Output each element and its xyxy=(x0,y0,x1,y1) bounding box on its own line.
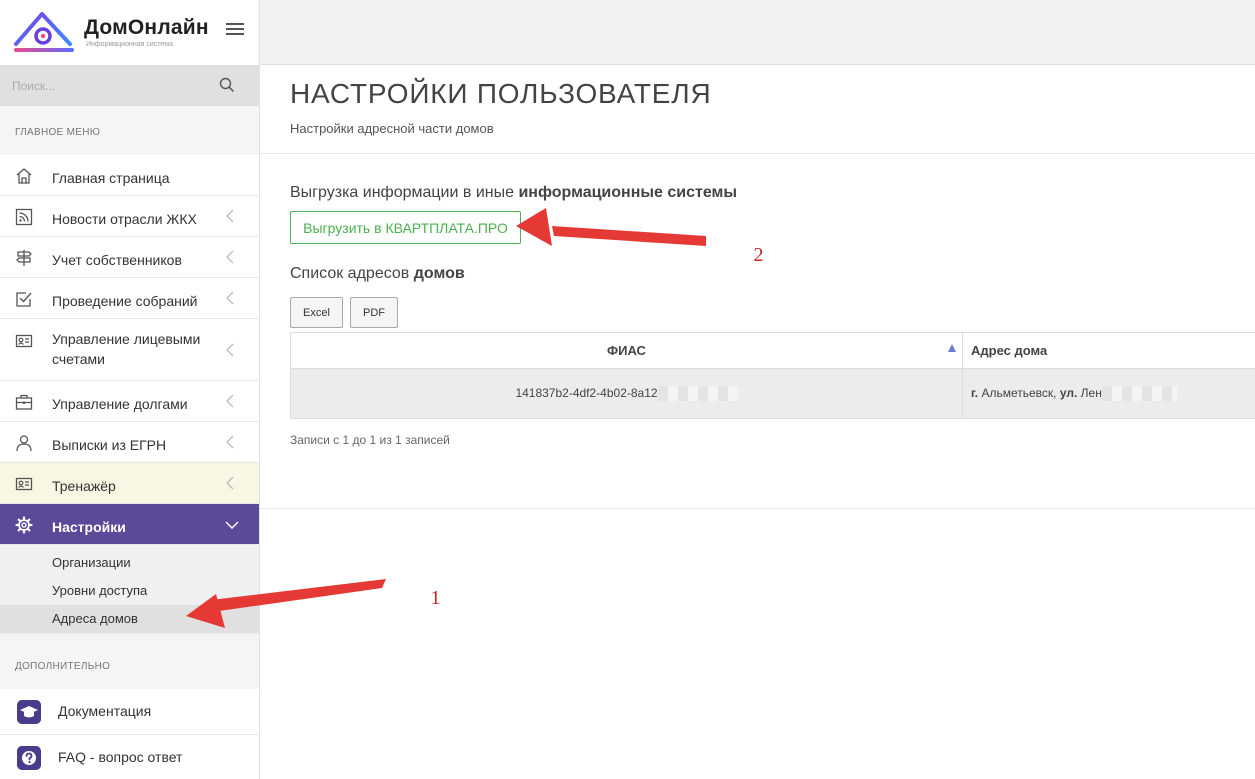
main-content: НАСТРОЙКИ ПОЛЬЗОВАТЕЛЯ Настройки адресно… xyxy=(260,65,1255,779)
chevron-left-icon xyxy=(226,291,234,305)
main-menu: Главная страница Новости отрасли ЖКХ Уче… xyxy=(0,155,259,635)
callout-1: 1 xyxy=(417,580,454,617)
home-icon xyxy=(16,168,32,184)
page-subtitle: Настройки адресной части домов xyxy=(290,121,494,136)
user-icon xyxy=(16,435,32,452)
chevron-left-icon xyxy=(226,343,234,357)
search-box xyxy=(0,65,259,106)
main-menu-label: ГЛАВНОЕ МЕНЮ xyxy=(15,127,101,138)
sidebar-item-news[interactable]: Новости отрасли ЖКХ xyxy=(0,196,259,237)
sidebar: ДомОнлайн Информационная система ГЛАВНОЕ… xyxy=(0,0,260,779)
sidebar-item-label: Учет собственников xyxy=(52,252,182,268)
id-card-icon xyxy=(15,334,33,348)
column-header-fias[interactable]: ФИАС xyxy=(290,332,963,369)
gear-icon xyxy=(15,516,33,534)
callout-2: 2 xyxy=(740,237,777,274)
sidebar-item-label: Настройки xyxy=(52,519,126,535)
briefcase-icon xyxy=(15,394,33,410)
signpost-icon xyxy=(16,250,32,266)
chevron-down-icon xyxy=(225,521,239,529)
chevron-left-icon xyxy=(226,250,234,264)
sidebar-item-label: Документация xyxy=(58,703,152,719)
extra-menu: Документация FAQ - вопрос ответ xyxy=(0,689,259,779)
menu-toggle-icon[interactable] xyxy=(226,23,244,37)
sidebar-item-home[interactable]: Главная страница xyxy=(0,155,259,196)
sidebar-item-label: Тренажёр xyxy=(52,478,116,494)
sidebar-item-documentation[interactable]: Документация xyxy=(0,689,259,735)
sidebar-item-label: Управление долгами xyxy=(52,396,188,412)
sidebar-item-trainer[interactable]: Тренажёр xyxy=(0,463,259,504)
address-table: ФИАС Адрес дома 141837b2-4df2-4b02-8a12 … xyxy=(290,332,1255,419)
page-title: НАСТРОЙКИ ПОЛЬЗОВАТЕЛЯ xyxy=(290,78,712,109)
sidebar-item-owners[interactable]: Учет собственников xyxy=(0,237,259,278)
sidebar-item-settings[interactable]: Настройки xyxy=(0,504,259,545)
redacted-text xyxy=(1101,386,1177,402)
address-list-title: Список адресов домов xyxy=(290,265,465,282)
sidebar-item-label: Управление лицевыми счетами xyxy=(52,331,201,367)
sidebar-item-accounts[interactable]: Управление лицевыми счетами xyxy=(0,319,259,381)
records-info: Записи с 1 до 1 из 1 записей xyxy=(290,433,450,447)
export-pdf-button[interactable]: PDF xyxy=(350,297,398,328)
search-input[interactable] xyxy=(0,65,210,106)
rss-icon xyxy=(15,208,33,226)
redacted-text xyxy=(657,386,738,402)
content-divider xyxy=(260,508,1255,509)
table-row[interactable]: 141837b2-4df2-4b02-8a12 г. Альметьевск, … xyxy=(290,368,1255,419)
cell-address: г. Альметьевск, ул. Лен xyxy=(962,368,1255,419)
extra-menu-label: ДОПОЛНИТЕЛЬНО xyxy=(15,661,111,672)
sidebar-item-label: Новости отрасли ЖКХ xyxy=(52,211,197,227)
sidebar-item-meetings[interactable]: Проведение собраний xyxy=(0,278,259,319)
sidebar-item-faq[interactable]: FAQ - вопрос ответ xyxy=(0,735,259,779)
submenu-item-organizations[interactable]: Организации xyxy=(0,549,259,577)
topbar xyxy=(260,0,1255,65)
submenu-item-house-addresses[interactable]: Адреса домов xyxy=(0,605,259,633)
export-kvartplata-button[interactable]: Выгрузить в КВАРТПЛАТА.ПРО xyxy=(290,211,521,244)
graduation-cap-icon xyxy=(17,700,41,724)
export-section-title: Выгрузка информации в иные информационны… xyxy=(290,184,738,201)
logo-icon[interactable] xyxy=(12,6,78,54)
header-divider xyxy=(260,153,1255,154)
column-header-address[interactable]: Адрес дома xyxy=(962,332,1255,369)
cell-fias: 141837b2-4df2-4b02-8a12 xyxy=(290,368,963,419)
app-subtitle: Информационная система xyxy=(86,41,173,48)
sidebar-item-label: Выписки из ЕГРН xyxy=(52,437,167,453)
search-icon[interactable] xyxy=(219,77,235,93)
chevron-left-icon xyxy=(226,435,234,449)
chevron-left-icon xyxy=(226,209,234,223)
chevron-left-icon xyxy=(226,476,234,490)
id-card-icon xyxy=(15,477,33,491)
chevron-left-icon xyxy=(226,394,234,408)
export-excel-button[interactable]: Excel xyxy=(290,297,343,328)
checkbox-icon xyxy=(16,292,32,307)
sidebar-item-egrn[interactable]: Выписки из ЕГРН xyxy=(0,422,259,463)
sidebar-item-debts[interactable]: Управление долгами xyxy=(0,381,259,422)
sidebar-item-label: FAQ - вопрос ответ xyxy=(58,749,183,765)
settings-submenu: Организации Уровни доступа Адреса домов xyxy=(0,545,259,635)
logo-area: ДомОнлайн Информационная система xyxy=(0,0,259,65)
app-name: ДомОнлайн xyxy=(84,16,209,39)
submenu-item-access-levels[interactable]: Уровни доступа xyxy=(0,577,259,605)
sort-asc-icon xyxy=(948,344,956,352)
question-icon xyxy=(17,746,41,770)
sidebar-item-label: Проведение собраний xyxy=(52,293,198,309)
sidebar-item-label: Главная страница xyxy=(52,170,170,186)
